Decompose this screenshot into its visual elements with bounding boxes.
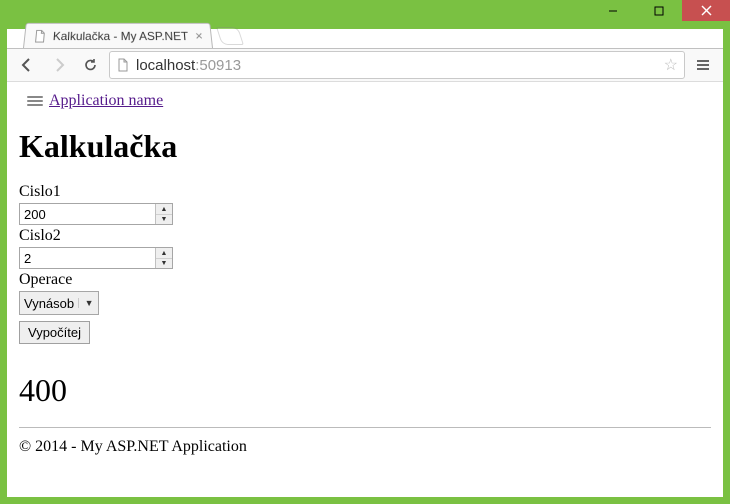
input-cislo1-wrap: ▲ ▼ [19,203,173,225]
window-maximize-button[interactable] [636,0,682,21]
browser-tab[interactable]: Kalkulačka - My ASP.NET × [23,23,213,48]
browser-toolbar: localhost:50913 ☆ [7,48,723,82]
page-title: Kalkulačka [19,128,711,165]
brand-link[interactable]: Application name [49,92,163,110]
result-value: 400 [19,372,711,409]
input-cislo2-wrap: ▲ ▼ [19,247,173,269]
nav-toggle-icon[interactable] [27,96,43,106]
nav-brand-row: Application name [27,92,711,110]
arrow-left-icon [19,57,35,73]
back-button[interactable] [13,52,41,78]
label-operace: Operace [19,271,711,289]
arrow-right-icon [51,57,67,73]
spinner-cislo2: ▲ ▼ [155,248,172,268]
label-cislo2: Cislo2 [19,227,711,245]
tab-close-icon[interactable]: × [195,29,204,42]
browser-menu-button[interactable] [689,52,717,78]
page-icon [33,29,48,43]
page-viewport: Application name Kalkulačka Cislo1 ▲ ▼ C… [7,82,723,497]
chevron-down-icon: ▼ [78,298,96,308]
forward-button[interactable] [45,52,73,78]
calculator-form: Cislo1 ▲ ▼ Cislo2 ▲ ▼ [19,183,711,344]
spinner-up-icon[interactable]: ▲ [156,204,172,215]
input-cislo1[interactable] [20,204,155,224]
spinner-down-icon[interactable]: ▼ [156,215,172,225]
footer-text: © 2014 - My ASP.NET Application [19,438,711,456]
browser-window: Kalkulačka - My ASP.NET × localhost:5091… [0,0,730,504]
submit-button[interactable]: Vypočítej [19,321,90,344]
spinner-up-icon[interactable]: ▲ [156,248,172,259]
tab-title: Kalkulačka - My ASP.NET [52,29,190,43]
new-tab-button[interactable] [216,27,244,45]
tab-strip: Kalkulačka - My ASP.NET × [7,22,723,50]
spinner-down-icon[interactable]: ▼ [156,259,172,269]
address-bar[interactable]: localhost:50913 ☆ [109,51,685,79]
reload-button[interactable] [77,52,105,78]
footer-separator [19,427,711,428]
input-cislo2[interactable] [20,248,155,268]
window-close-button[interactable] [682,0,730,21]
window-minimize-button[interactable] [590,0,636,21]
page-icon [116,58,130,72]
label-cislo1: Cislo1 [19,183,711,201]
reload-icon [83,57,99,73]
window-controls [590,0,730,21]
select-operace[interactable]: Vynásob ▼ [19,291,99,315]
hamburger-icon [695,57,711,73]
url-text: localhost:50913 [136,57,658,74]
bookmark-star-icon[interactable]: ☆ [664,55,678,75]
select-operace-value: Vynásob [24,296,74,311]
spinner-cislo1: ▲ ▼ [155,204,172,224]
